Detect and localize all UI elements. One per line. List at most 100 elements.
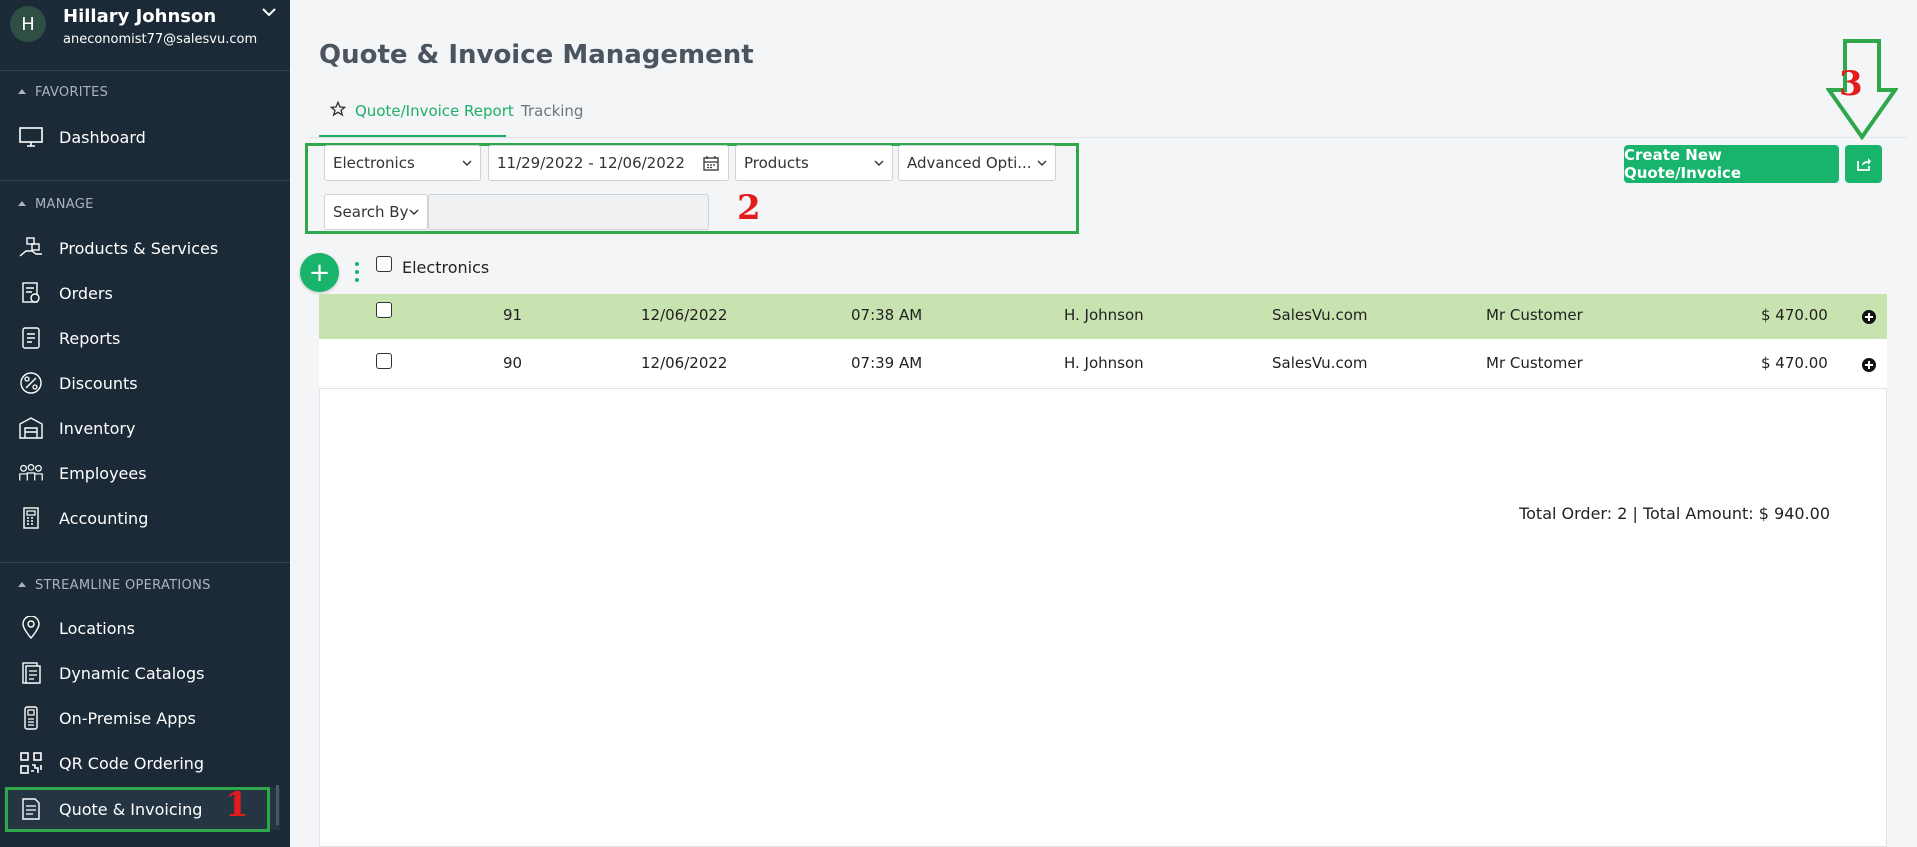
avatar: H <box>10 6 46 42</box>
annotation-number-1: 1 <box>225 785 249 825</box>
cell-amount: $ 470.00 <box>1761 354 1828 372</box>
expand-row-icon[interactable] <box>1862 310 1876 324</box>
sidebar-item-on-premise-apps[interactable]: On-Premise Apps <box>12 698 274 738</box>
sidebar-item-dynamic-catalogs[interactable]: Dynamic Catalogs <box>12 653 274 693</box>
sidebar-item-label: Orders <box>59 283 113 303</box>
sidebar-scrollbar[interactable] <box>276 785 279 825</box>
cell-company: SalesVu.com <box>1272 306 1368 324</box>
type-select[interactable]: Products <box>735 145 893 181</box>
sidebar-item-employees[interactable]: Employees <box>12 453 274 493</box>
create-quote-invoice-button[interactable]: Create New Quote/Invoice <box>1624 145 1839 183</box>
tab-quote-invoice-report[interactable]: Quote/Invoice Report <box>355 102 514 120</box>
chevron-down-icon <box>409 209 419 215</box>
cell-order-id: 91 <box>503 306 523 324</box>
sidebar-item-label: QR Code Ordering <box>59 753 205 773</box>
sidebar-item-label: On-Premise Apps <box>59 708 196 728</box>
group-label: Electronics <box>402 258 490 277</box>
cell-order-id: 90 <box>503 354 523 372</box>
export-button[interactable] <box>1845 145 1882 183</box>
chevron-down-icon <box>462 160 472 166</box>
date-range-input[interactable]: 11/29/2022 - 12/06/2022 <box>488 145 729 181</box>
search-input[interactable] <box>428 194 709 230</box>
pos-terminal-icon <box>17 704 45 732</box>
sidebar: H Hillary Johnson aneconomist77@salesvu.… <box>0 0 290 847</box>
location-select-value: Electronics <box>333 154 415 172</box>
cell-date: 12/06/2022 <box>641 354 728 372</box>
sidebar-item-label: Reports <box>59 328 121 348</box>
catalog-icon <box>17 659 45 687</box>
sidebar-item-products-services[interactable]: Products & Services <box>12 228 274 268</box>
location-select[interactable]: Electronics <box>324 145 481 181</box>
calendar-icon[interactable] <box>703 155 719 171</box>
sidebar-item-discounts[interactable]: Discounts <box>12 363 274 403</box>
warehouse-icon <box>17 414 45 442</box>
chevron-down-icon[interactable] <box>261 4 277 20</box>
sidebar-item-qr-code-ordering[interactable]: QR Code Ordering <box>12 743 274 783</box>
advanced-options-value: Advanced Opti... <box>907 154 1032 172</box>
sidebar-item-accounting[interactable]: Accounting <box>12 498 274 538</box>
row-checkbox[interactable] <box>376 302 392 318</box>
share-export-icon <box>1856 158 1871 171</box>
row-checkbox[interactable] <box>376 353 392 369</box>
search-by-value: Search By <box>333 203 409 221</box>
cell-employee: H. Johnson <box>1064 354 1144 372</box>
sidebar-item-inventory[interactable]: Inventory <box>12 408 274 448</box>
section-title-manage[interactable]: MANAGE <box>18 197 94 212</box>
percent-icon <box>17 369 45 397</box>
page-title: Quote & Invoice Management <box>319 40 754 70</box>
divider <box>0 562 290 563</box>
cell-customer: Mr Customer <box>1486 306 1583 324</box>
cell-amount: $ 470.00 <box>1761 306 1828 324</box>
star-icon[interactable] <box>330 101 346 117</box>
more-options-icon[interactable] <box>354 262 360 282</box>
type-select-value: Products <box>744 154 809 172</box>
advanced-options-select[interactable]: Advanced Opti... <box>898 145 1056 181</box>
sidebar-item-label: Dynamic Catalogs <box>59 663 205 683</box>
orders-icon <box>17 279 45 307</box>
group-checkbox[interactable] <box>376 256 392 272</box>
cell-employee: H. Johnson <box>1064 306 1144 324</box>
tab-tracking[interactable]: Tracking <box>521 102 583 120</box>
sidebar-item-label: Accounting <box>59 508 149 528</box>
divider <box>0 180 290 181</box>
user-name: Hillary Johnson <box>63 6 217 27</box>
user-menu[interactable]: H Hillary Johnson aneconomist77@salesvu.… <box>0 0 290 55</box>
monitor-icon <box>17 123 45 151</box>
reports-icon <box>17 324 45 352</box>
date-range-value: 11/29/2022 - 12/06/2022 <box>497 154 685 172</box>
group-header: Total Order: 2 | Total Amount: $ 940.00 <box>319 246 1887 523</box>
divider <box>0 70 290 71</box>
cell-time: 07:39 AM <box>851 354 923 372</box>
cell-company: SalesVu.com <box>1272 354 1368 372</box>
sidebar-item-label: Inventory <box>59 418 136 438</box>
annotation-number-2: 2 <box>737 188 761 228</box>
sidebar-item-locations[interactable]: Locations <box>12 608 274 648</box>
add-button[interactable]: + <box>300 253 339 292</box>
qr-code-icon <box>17 749 45 777</box>
sidebar-item-label: Dashboard <box>59 127 146 147</box>
cell-customer: Mr Customer <box>1486 354 1583 372</box>
sidebar-item-dashboard[interactable]: Dashboard <box>12 117 274 157</box>
employees-icon <box>17 459 45 487</box>
cell-time: 07:38 AM <box>851 306 923 324</box>
sidebar-item-label: Products & Services <box>59 238 219 258</box>
section-title-favorites[interactable]: FAVORITES <box>18 85 108 100</box>
section-title-streamline[interactable]: STREAMLINE OPERATIONS <box>18 578 211 593</box>
table-row[interactable]: 91 12/06/2022 07:38 AM H. Johnson SalesV… <box>319 294 1887 344</box>
plus-icon: + <box>308 257 331 288</box>
annotation-number-3: 3 <box>1839 64 1863 104</box>
expand-row-icon[interactable] <box>1862 358 1876 372</box>
tabs-divider <box>310 137 1907 138</box>
sidebar-item-orders[interactable]: Orders <box>12 273 274 313</box>
group-totals: Total Order: 2 | Total Amount: $ 940.00 <box>1519 504 1830 523</box>
calculator-icon <box>17 504 45 532</box>
cell-date: 12/06/2022 <box>641 306 728 324</box>
sidebar-item-label: Locations <box>59 618 136 638</box>
location-pin-icon <box>17 614 45 642</box>
sidebar-item-reports[interactable]: Reports <box>12 318 274 358</box>
search-by-select[interactable]: Search By <box>324 194 428 230</box>
user-email: aneconomist77@salesvu.com <box>63 32 258 47</box>
table-row[interactable]: 90 12/06/2022 07:39 AM H. Johnson SalesV… <box>319 339 1887 389</box>
sidebar-item-label: Employees <box>59 463 147 483</box>
chevron-down-icon <box>874 160 884 166</box>
